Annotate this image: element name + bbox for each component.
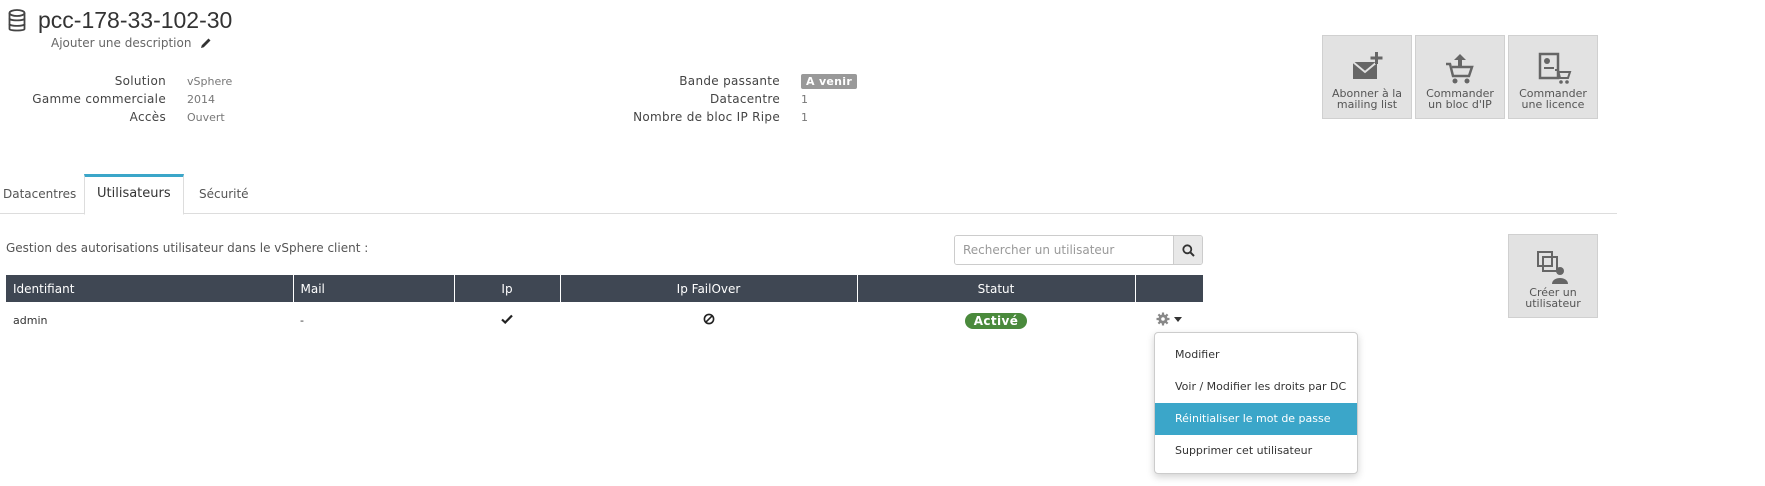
- column-header-actions: [1135, 275, 1203, 302]
- search-icon: [1181, 243, 1195, 257]
- menu-item-modifier[interactable]: Modifier: [1155, 339, 1357, 371]
- column-header[interactable]: Statut: [857, 275, 1136, 302]
- user-search: [954, 235, 1203, 265]
- row-actions-toggle[interactable]: [1156, 312, 1182, 326]
- info-row-solution: Solution vSphere: [0, 72, 233, 90]
- license-cart-icon: [1538, 52, 1572, 84]
- mailing-list-button[interactable]: Abonner à la mailing list: [1322, 35, 1412, 119]
- tab-bar: Datacentres Utilisateurs Sécurité: [0, 174, 1617, 215]
- table-header-row: Identifiant Mail Ip Ip FailOver Statut: [6, 275, 1203, 302]
- pencil-icon[interactable]: [200, 37, 212, 49]
- info-value: vSphere: [187, 74, 233, 88]
- cart-icon: [1446, 54, 1474, 84]
- info-label: Nombre de bloc IP Ripe: [633, 110, 780, 124]
- bandwidth-badge: A venir: [801, 73, 858, 89]
- info-row-ip-blocks: Nombre de bloc IP Ripe 1: [560, 108, 857, 126]
- action-label: Commander une licence: [1519, 87, 1587, 111]
- envelope-plus-icon: [1352, 52, 1383, 79]
- cell-identifiant: admin: [13, 314, 48, 327]
- action-label: Commander un bloc d'IP: [1426, 87, 1494, 111]
- action-label: Créer un utilisateur: [1525, 286, 1581, 310]
- search-input[interactable]: [955, 236, 1173, 264]
- column-header[interactable]: Mail: [293, 275, 455, 302]
- menu-item-droits-par-dc[interactable]: Voir / Modifier les droits par DC: [1155, 371, 1357, 403]
- users-panel-description: Gestion des autorisations utilisateur da…: [6, 241, 369, 255]
- add-user-icon: [1537, 251, 1568, 284]
- menu-item-delete-user[interactable]: Supprimer cet utilisateur: [1155, 435, 1357, 467]
- column-header[interactable]: Ip: [454, 275, 561, 302]
- column-header[interactable]: Identifiant: [6, 275, 294, 302]
- page-header: pcc-178-33-102-30: [8, 7, 232, 34]
- info-label: Solution: [114, 74, 166, 88]
- tab-utilisateurs[interactable]: Utilisateurs: [84, 174, 184, 215]
- gear-icon: [1156, 312, 1170, 326]
- info-row-bandwidth: Bande passante A venir: [560, 72, 858, 90]
- info-row-datacentre: Datacentre 1: [560, 90, 857, 108]
- check-icon: [501, 314, 513, 325]
- status-badge: Activé: [964, 312, 1028, 329]
- info-row-gamme: Gamme commerciale 2014: [0, 90, 232, 108]
- info-label: Bande passante: [679, 74, 780, 88]
- page-title: pcc-178-33-102-30: [38, 7, 233, 33]
- tab-datacentres[interactable]: Datacentres: [3, 174, 76, 214]
- row-actions-menu: Modifier Voir / Modifier les droits par …: [1154, 332, 1358, 474]
- info-value: 1: [801, 110, 808, 124]
- order-ip-block-button[interactable]: Commander un bloc d'IP: [1415, 35, 1505, 119]
- info-left: Solution vSphere Gamme commerciale 2014 …: [0, 72, 232, 126]
- create-user-button[interactable]: Créer un utilisateur: [1508, 234, 1598, 318]
- description-row: Ajouter une description: [51, 36, 212, 50]
- tab-securite[interactable]: Sécurité: [199, 174, 249, 214]
- database-icon: [8, 8, 26, 31]
- info-label: Gamme commerciale: [32, 92, 166, 106]
- ban-icon: [703, 313, 714, 325]
- info-row-acces: Accès Ouvert: [0, 108, 232, 126]
- info-label: Datacentre: [710, 92, 780, 106]
- column-header[interactable]: Ip FailOver: [560, 275, 858, 302]
- menu-item-reset-password[interactable]: Réinitialiser le mot de passe: [1155, 403, 1357, 435]
- info-label: Accès: [129, 110, 166, 124]
- order-license-button[interactable]: Commander une licence: [1508, 35, 1598, 119]
- table-row: admin - Activé: [6, 302, 1203, 339]
- info-value: 2014: [187, 92, 215, 106]
- action-label: Abonner à la mailing list: [1331, 87, 1402, 111]
- search-button[interactable]: [1173, 236, 1202, 264]
- users-table: Identifiant Mail Ip Ip FailOver Statut a…: [6, 275, 1203, 339]
- info-value: 1: [801, 92, 808, 106]
- cell-mail: -: [300, 314, 304, 327]
- caret-down-icon: [1174, 316, 1182, 322]
- info-right: Bande passante A venir Datacentre 1 Nomb…: [560, 72, 858, 126]
- add-description-link[interactable]: Ajouter une description: [51, 36, 191, 50]
- info-value: Ouvert: [187, 110, 225, 124]
